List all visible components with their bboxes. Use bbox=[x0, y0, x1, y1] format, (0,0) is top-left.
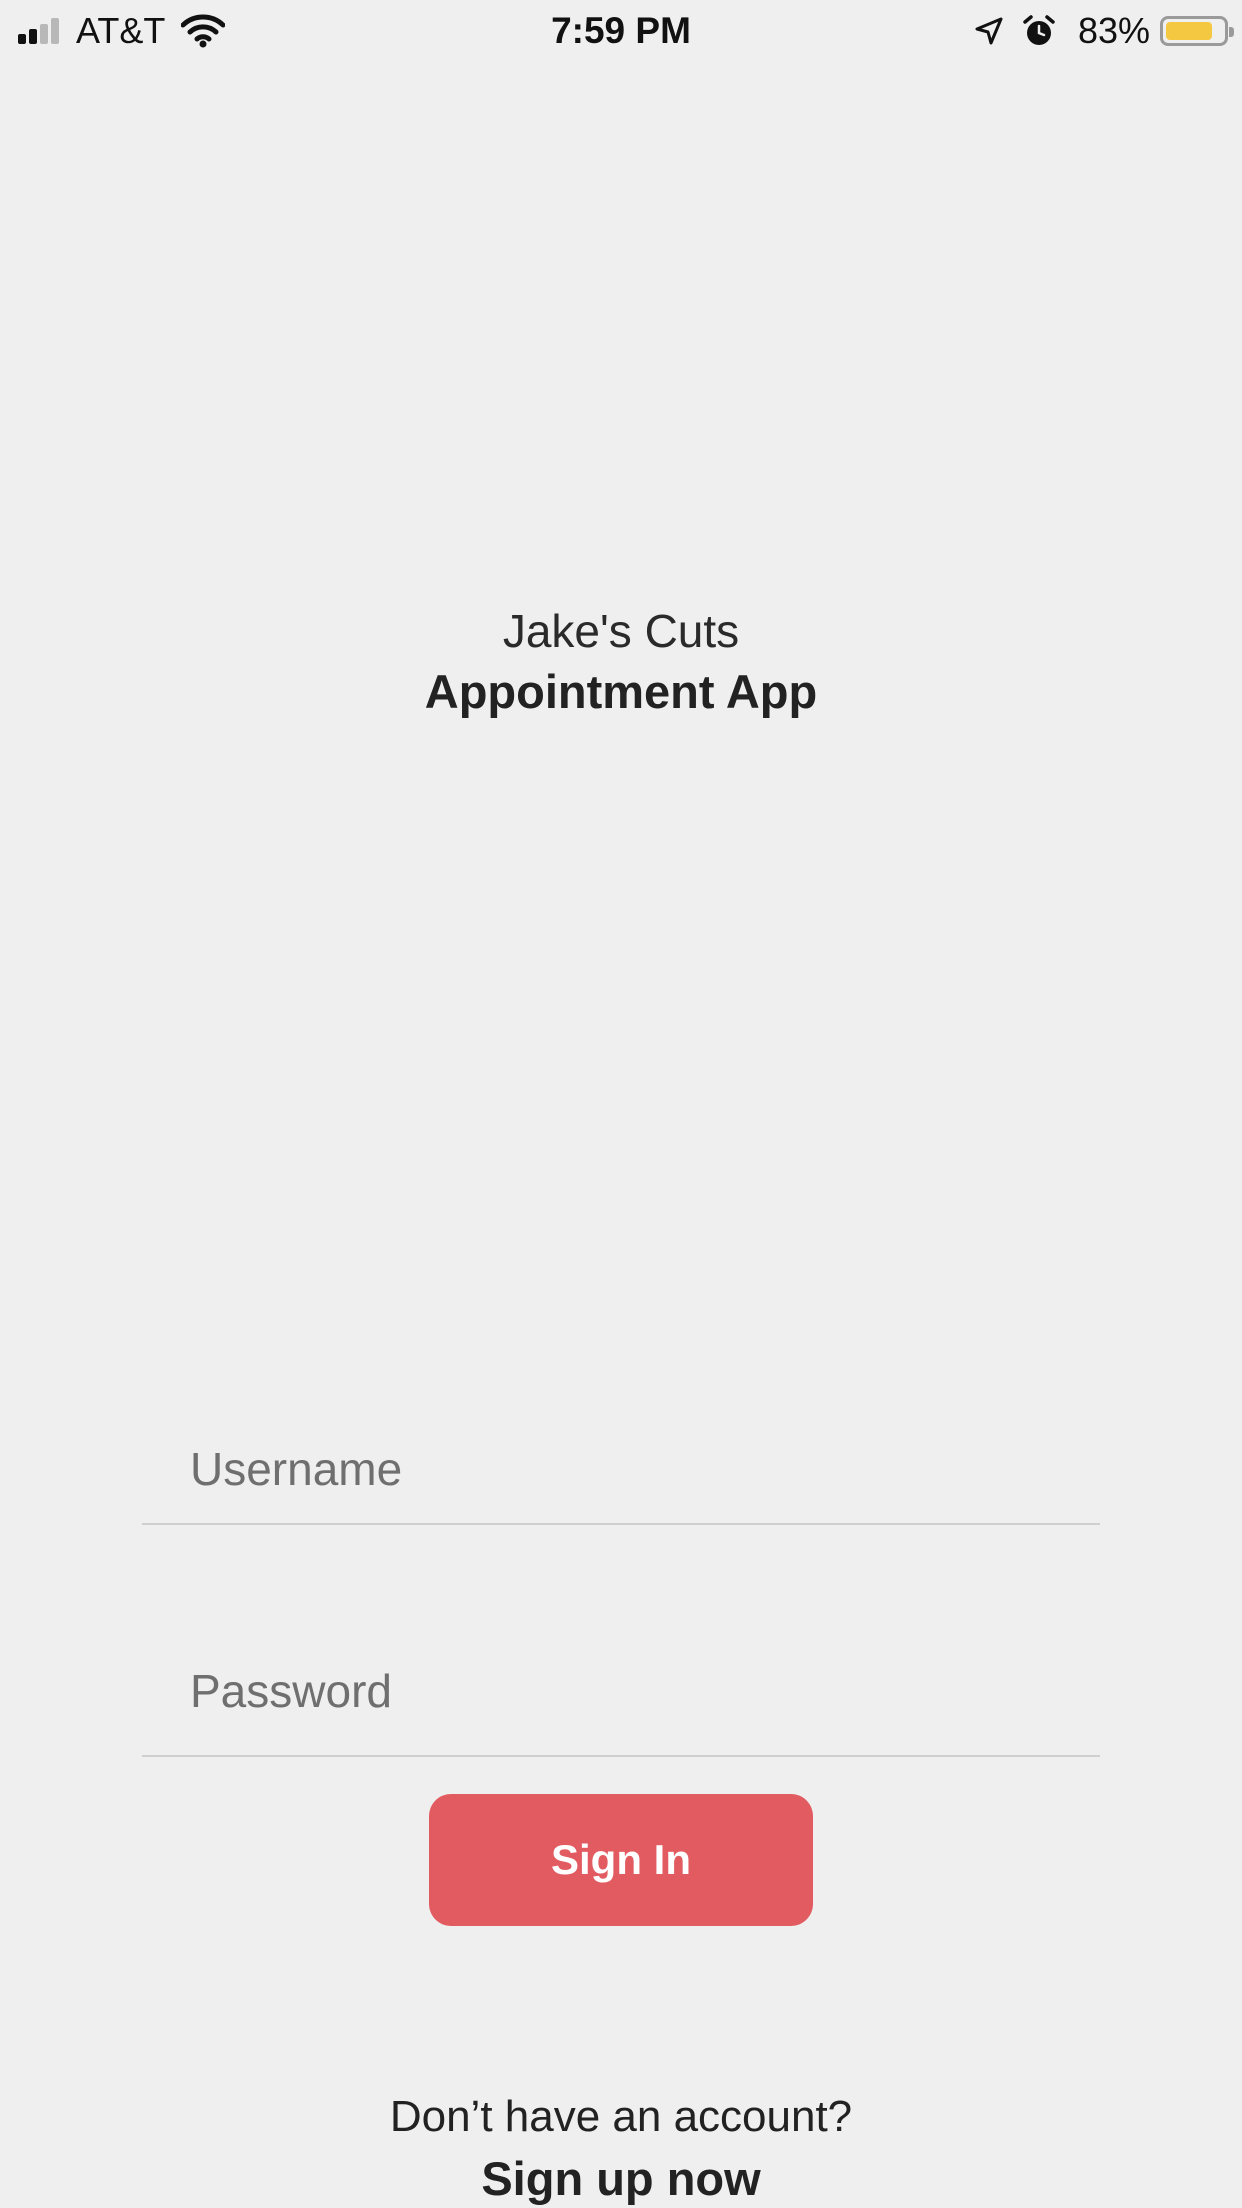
password-input[interactable] bbox=[142, 1630, 1100, 1752]
app-title: Appointment App bbox=[424, 665, 818, 718]
account-prompt: Don’t have an account? bbox=[389, 2092, 853, 2141]
username-input[interactable] bbox=[142, 1410, 1100, 1520]
username-field bbox=[142, 1410, 1100, 1525]
location-arrow-icon bbox=[975, 17, 1003, 45]
status-bar-right: 83% bbox=[974, 10, 1234, 52]
app-header: Jake's Cuts Appointment App bbox=[0, 600, 1242, 722]
battery-icon bbox=[1160, 16, 1234, 46]
battery-percentage: 83% bbox=[1077, 10, 1150, 51]
sign-up-link[interactable]: Sign up now bbox=[0, 2150, 1242, 2208]
battery-level-fill bbox=[1166, 22, 1213, 40]
alarm-clock-icon bbox=[1023, 15, 1055, 45]
sign-in-button[interactable]: Sign In bbox=[429, 1794, 813, 1926]
password-field bbox=[142, 1630, 1100, 1757]
status-bar: AT&T 7:59 PM 83% bbox=[0, 0, 1242, 62]
app-subtitle: Jake's Cuts bbox=[502, 605, 740, 657]
